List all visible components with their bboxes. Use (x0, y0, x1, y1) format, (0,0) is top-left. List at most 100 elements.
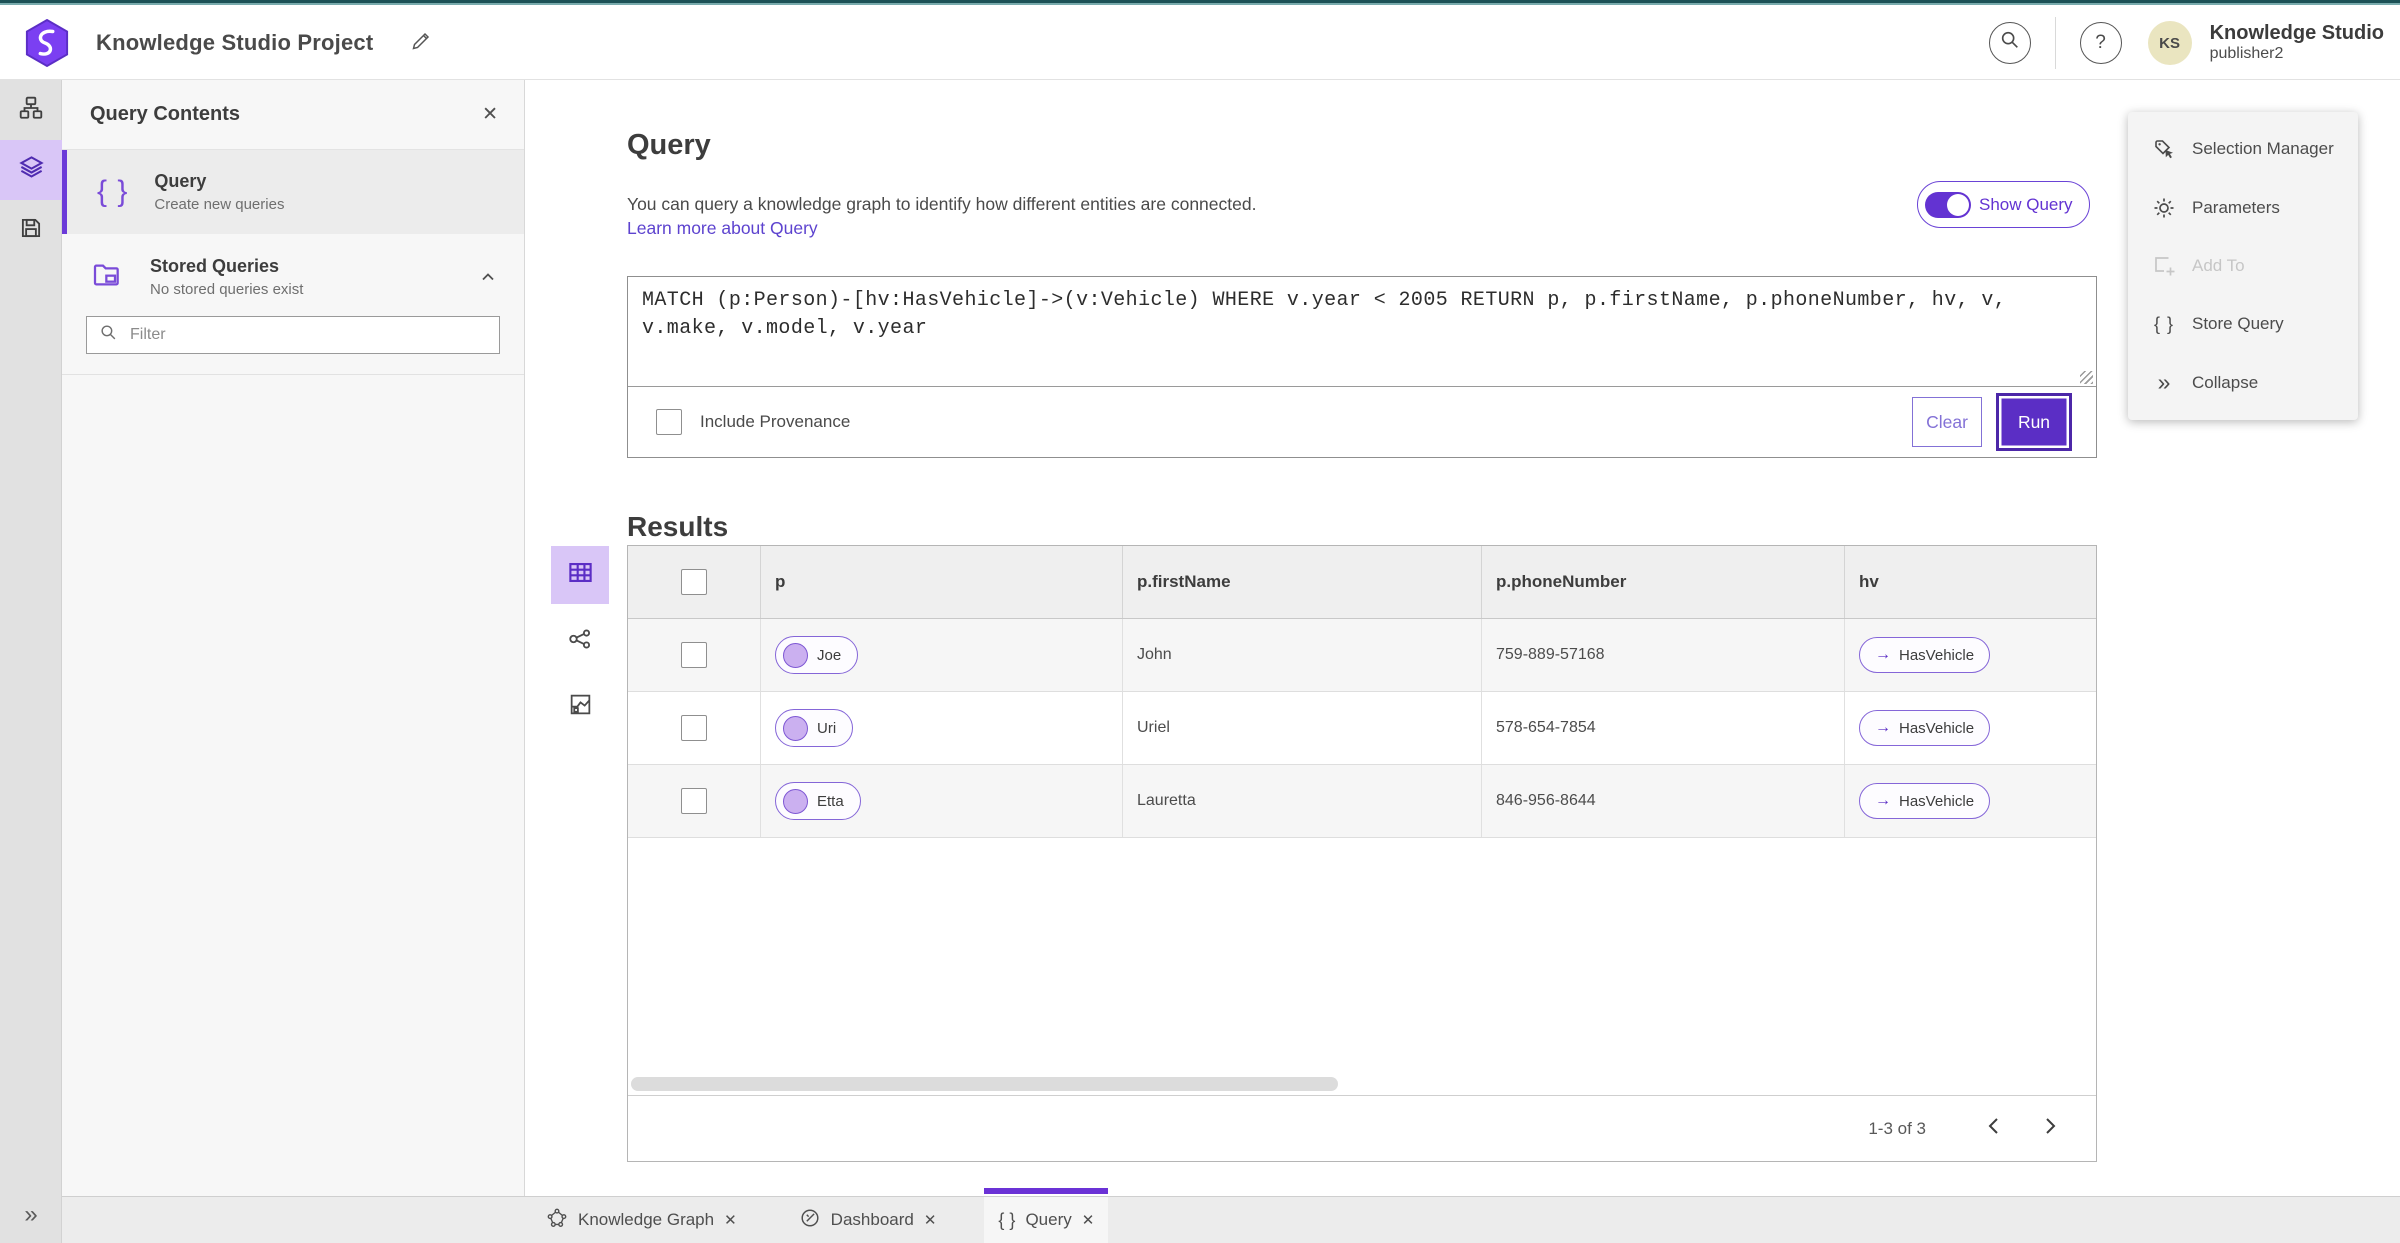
table-row: Joe John 759-889-57168 → HasVehicle (628, 619, 2096, 692)
entity-dot-icon (783, 788, 808, 814)
next-page-button[interactable] (2028, 1107, 2072, 1151)
select-all-checkbox[interactable] (681, 569, 707, 595)
close-tab-button[interactable]: ✕ (1082, 1211, 1095, 1229)
add-to-icon (2150, 254, 2178, 278)
save-icon (18, 215, 44, 246)
app-window: Knowledge Studio Project ? KS Knowledge … (0, 0, 2400, 1243)
arrow-right-icon: → (1875, 792, 1891, 809)
braces-icon: { } (998, 1209, 1016, 1230)
horizontal-scrollbar[interactable] (631, 1077, 1338, 1091)
help-button[interactable]: ? (2079, 22, 2122, 64)
row-checkbox[interactable] (681, 715, 707, 741)
tab-dashboard[interactable]: Dashboard ✕ (785, 1197, 951, 1243)
store-query-button[interactable]: { } Store Query (2128, 298, 2358, 350)
query-page-title: Query (627, 129, 711, 162)
panel-item-query[interactable]: { } Query Create new queries (62, 150, 524, 234)
column-header-phonenumber[interactable]: p.phoneNumber (1482, 546, 1845, 618)
project-title: Knowledge Studio Project (96, 30, 374, 55)
filter-input[interactable] (128, 325, 487, 345)
double-chevron-icon: » (24, 1201, 38, 1228)
search-icon (1999, 29, 2021, 57)
previous-page-button[interactable] (1972, 1107, 2016, 1151)
column-header-firstname[interactable]: p.firstName (1123, 546, 1482, 618)
tool-label: Add To (2192, 255, 2245, 275)
braces-icon: { } (2153, 313, 2175, 334)
edit-title-button[interactable] (409, 29, 433, 58)
column-header-p[interactable]: p (761, 546, 1123, 618)
query-contents-panel: Query Contents ✕ { } Query Create new qu… (62, 80, 525, 1196)
chevron-right-icon (2042, 1117, 2058, 1140)
app-header: Knowledge Studio Project ? KS Knowledge … (0, 7, 2400, 80)
tab-knowledge-graph[interactable]: Knowledge Graph ✕ (532, 1197, 751, 1243)
query-textarea[interactable]: MATCH (p:Person)-[hv:HasVehicle]->(v:Veh… (628, 277, 2096, 387)
map-view-button[interactable] (551, 678, 609, 736)
query-editor-footer: Include Provenance Clear Run (628, 387, 2096, 457)
bottom-tab-bar: Knowledge Graph ✕ Dashboard ✕ { } Query … (62, 1188, 2400, 1243)
results-table: p p.firstName p.phoneNumber hv Joe John … (627, 545, 2097, 1162)
learn-more-link[interactable]: Learn more about Query (627, 218, 818, 239)
filter-box (86, 316, 500, 354)
tool-label: Parameters (2192, 197, 2280, 217)
link-chart-view-button[interactable] (551, 612, 609, 670)
entity-chip[interactable]: Joe (775, 636, 859, 674)
column-header-hv[interactable]: hv (1845, 546, 2096, 618)
stored-queries-header[interactable]: Stored Queries No stored queries exist (62, 250, 524, 302)
link-chart-icon (567, 626, 593, 657)
clear-button[interactable]: Clear (1912, 397, 1982, 447)
tab-label: Knowledge Graph (578, 1210, 715, 1229)
entity-chip[interactable]: Etta (775, 782, 861, 820)
panel-close-button[interactable]: ✕ (482, 103, 498, 126)
collapse-button[interactable]: » Collapse (2128, 357, 2358, 409)
relationship-chip[interactable]: → HasVehicle (1859, 637, 1991, 673)
stored-queries-section: Stored Queries No stored queries exist (62, 250, 524, 375)
user-info[interactable]: Knowledge Studio publisher2 (2210, 22, 2384, 63)
tab-query[interactable]: { } Query ✕ (984, 1188, 1109, 1243)
phone-cell: 578-654-7854 (1496, 719, 1596, 736)
table-pagination: 1-3 of 3 (628, 1095, 2096, 1161)
phone-cell: 759-889-57168 (1496, 646, 1605, 663)
active-tab-indicator (984, 1188, 1109, 1194)
stored-queries-title: Stored Queries (150, 256, 280, 276)
add-to-button: Add To (2128, 240, 2358, 292)
layers-icon (18, 154, 45, 186)
show-query-label: Show Query (1979, 194, 2073, 214)
chevron-up-icon[interactable] (478, 267, 498, 287)
selection-manager-icon (2150, 137, 2178, 161)
app-logo-icon[interactable] (24, 18, 70, 68)
relationship-chip[interactable]: → HasVehicle (1859, 783, 1991, 819)
stored-queries-icon (90, 259, 124, 296)
query-item-text: Query Create new queries (154, 171, 284, 213)
selection-manager-button[interactable]: Selection Manager (2128, 123, 2358, 175)
entity-chip[interactable]: Uri (775, 709, 854, 747)
tab-label: Query (1025, 1210, 1072, 1229)
close-tab-button[interactable]: ✕ (924, 1211, 937, 1229)
row-checkbox[interactable] (681, 642, 707, 668)
arrow-right-icon: → (1875, 646, 1891, 663)
stored-queries-text: Stored Queries No stored queries exist (150, 256, 303, 298)
expand-rail-button[interactable]: » (0, 1195, 62, 1235)
entity-label: Etta (817, 792, 844, 810)
firstname-cell: John (1137, 646, 1172, 663)
parameters-button[interactable]: Parameters (2128, 182, 2358, 234)
stored-queries-subtitle: No stored queries exist (150, 281, 304, 298)
include-provenance-checkbox[interactable] (656, 409, 682, 435)
show-query-toggle[interactable] (1925, 191, 1971, 218)
show-query-toggle-group[interactable]: Show Query (1917, 181, 2090, 228)
rail-item-save[interactable] (0, 200, 62, 260)
row-checkbox[interactable] (681, 788, 707, 814)
table-view-button[interactable] (551, 546, 609, 604)
phone-cell: 846-956-8644 (1496, 792, 1596, 809)
close-icon: ✕ (1081, 1212, 1095, 1229)
knowledge-graph-icon (546, 1207, 568, 1234)
relationship-chip[interactable]: → HasVehicle (1859, 710, 1991, 746)
results-view-toolbar (551, 546, 609, 744)
tool-label: Selection Manager (2192, 139, 2334, 159)
run-button[interactable]: Run (1996, 393, 2072, 451)
close-tab-button[interactable]: ✕ (724, 1211, 737, 1229)
search-button[interactable] (1988, 22, 2031, 64)
dashboard-gauge-icon (799, 1207, 821, 1234)
rail-item-data-model[interactable] (0, 80, 62, 140)
help-icon: ? (2095, 32, 2106, 53)
rail-item-contents[interactable] (0, 140, 62, 200)
avatar[interactable]: KS (2147, 21, 2192, 65)
